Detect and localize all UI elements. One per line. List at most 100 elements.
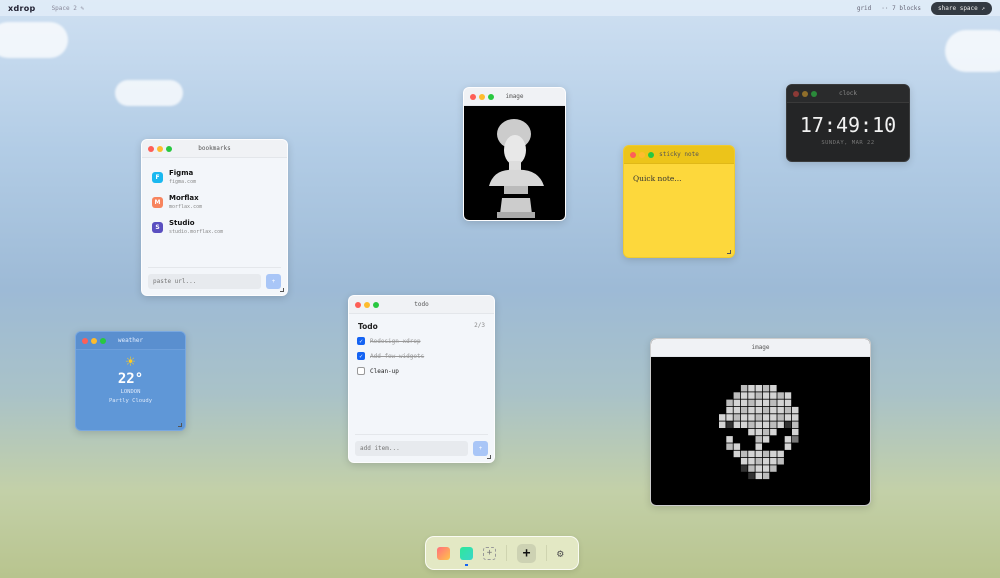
bookmark-favicon: M	[152, 196, 163, 208]
skull-pixel	[770, 399, 777, 407]
logo: xdrop	[8, 3, 36, 13]
add-space-button[interactable]: +	[483, 546, 496, 560]
skull-pixel	[755, 392, 762, 399]
share-space-button[interactable]: share space ↗	[931, 1, 992, 15]
bookmark-item[interactable]: M Morflax morflax.com	[152, 194, 287, 210]
minimize-button[interactable]	[802, 90, 808, 97]
skull-pixel	[784, 421, 792, 428]
close-button[interactable]	[355, 301, 361, 308]
add-todo-button[interactable]: +	[473, 441, 488, 456]
maximize-button[interactable]	[373, 301, 379, 308]
minimize-button[interactable]	[157, 145, 163, 152]
condition: Partly Cloudy	[108, 398, 153, 404]
skull-pixel	[748, 392, 755, 399]
maximize-button[interactable]	[488, 93, 494, 100]
close-button[interactable]	[148, 145, 154, 152]
image-widget: image	[650, 338, 871, 506]
skull-pixel	[784, 406, 792, 414]
todo-text[interactable]: Redesign xdrop	[370, 338, 421, 345]
maximize-button[interactable]	[648, 151, 654, 158]
active-indicator	[465, 563, 468, 566]
skull-pixel	[726, 421, 733, 428]
skull-pixel	[777, 458, 784, 465]
close-button[interactable]	[82, 337, 88, 344]
skull-pixel	[792, 436, 799, 443]
space-name[interactable]: Space 2 ✎	[52, 5, 85, 12]
space-2-swatch[interactable]	[460, 546, 473, 566]
maximize-button[interactable]	[811, 90, 817, 97]
note-text[interactable]: Quick note...	[624, 164, 734, 193]
skull-pixel	[777, 450, 784, 458]
todo-text[interactable]: Add few widgets	[370, 353, 424, 360]
skull-pixel	[733, 399, 741, 407]
close-button[interactable]	[793, 90, 799, 97]
cloud	[0, 22, 68, 58]
title-bar[interactable]: image	[651, 339, 870, 357]
skull-pixel	[755, 406, 762, 414]
skull-pixel	[784, 414, 792, 421]
skull-pixel	[762, 428, 770, 436]
skull-pixel	[762, 472, 770, 480]
todo-list: ✓ Redesign xdrop ✓ Add few widgets Clean-up	[349, 337, 494, 375]
title-bar[interactable]: todo	[349, 296, 494, 314]
weather-widget: weather ☀ 22° LONDON Partly Cloudy	[75, 331, 186, 431]
resize-handle[interactable]	[178, 423, 182, 427]
bookmark-item[interactable]: F Figma figma.com	[152, 169, 287, 185]
url-input[interactable]	[148, 274, 261, 289]
skull-pixel	[770, 458, 777, 465]
skull-pixel	[748, 450, 755, 458]
add-bookmark-button[interactable]: +	[266, 274, 281, 289]
todo-checkbox[interactable]: ✓	[357, 337, 365, 345]
skull-pixel	[792, 406, 799, 414]
add-block-button[interactable]: +	[517, 543, 536, 563]
skull-pixel	[762, 465, 770, 472]
title-bar[interactable]: bookmarks	[142, 140, 287, 158]
close-button[interactable]	[630, 151, 636, 158]
skull-pixel	[740, 465, 748, 472]
title-bar[interactable]: clock	[787, 85, 909, 103]
space-1-swatch[interactable]	[437, 546, 450, 560]
todo-checkbox[interactable]: ✓	[357, 352, 365, 360]
maximize-button[interactable]	[100, 337, 106, 344]
resize-handle[interactable]	[727, 250, 731, 254]
skull-pixel	[740, 399, 748, 407]
minimize-button[interactable]	[479, 93, 485, 100]
skull-pixel	[740, 421, 748, 428]
title-bar[interactable]: weather	[76, 332, 185, 350]
skull-pixel	[748, 385, 755, 392]
skull-pixel	[748, 399, 755, 407]
skull-pixel	[740, 450, 748, 458]
bookmark-name: Studio	[169, 219, 195, 227]
resize-handle[interactable]	[280, 288, 284, 292]
pencil-icon[interactable]: ✎	[80, 5, 84, 12]
todo-input[interactable]	[355, 441, 468, 456]
skull-pixel	[762, 392, 770, 399]
bookmark-name: Figma	[169, 169, 194, 177]
minimize-button[interactable]	[364, 301, 370, 308]
gear-icon[interactable]: ⚙	[557, 547, 564, 560]
divider	[546, 545, 547, 561]
skull-pixel	[733, 450, 741, 458]
maximize-button[interactable]	[166, 145, 172, 152]
bookmark-list: F Figma figma.com M Morflax morflax.com S Studi…	[142, 158, 287, 235]
minimize-button[interactable]	[639, 151, 645, 158]
skull-pixel	[733, 421, 741, 428]
close-button[interactable]	[470, 93, 476, 100]
skull-pixel	[770, 406, 777, 414]
skull-pixel	[748, 421, 755, 428]
skull-pixel	[784, 399, 792, 407]
todo-checkbox[interactable]	[357, 367, 365, 375]
minimize-button[interactable]	[91, 337, 97, 344]
title-bar[interactable]: sticky note	[624, 146, 734, 164]
bookmark-favicon: S	[152, 221, 163, 233]
todo-item: ✓ Add few widgets	[357, 352, 494, 360]
view-mode-toggle[interactable]: grid	[857, 5, 871, 12]
skull-pixel	[792, 414, 799, 421]
cloud	[115, 80, 183, 106]
bookmark-item[interactable]: S Studio studio.morflax.com	[152, 219, 287, 235]
skull-pixel	[755, 436, 762, 443]
title-bar[interactable]: image	[464, 88, 565, 106]
todo-text[interactable]: Clean-up	[370, 368, 399, 375]
skull-pixel	[733, 406, 741, 414]
resize-handle[interactable]	[487, 455, 491, 459]
